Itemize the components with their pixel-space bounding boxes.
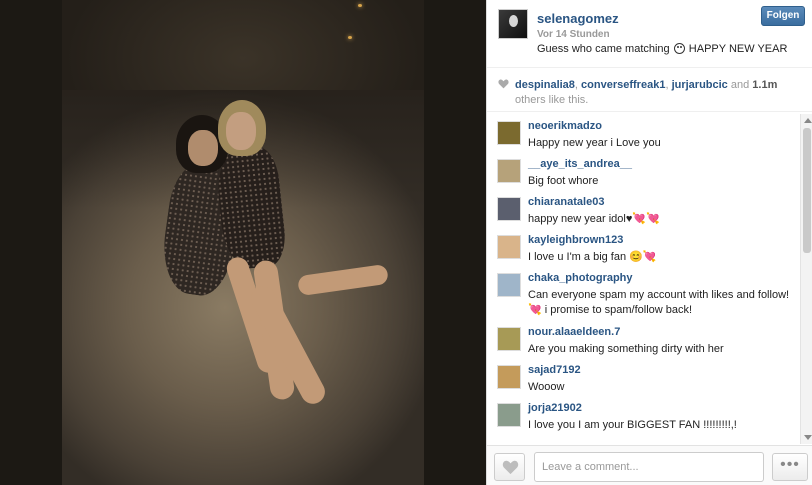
comment-username[interactable]: __aye_its_andrea__ — [528, 158, 632, 170]
caption-text-end: HAPPY NEW YEAR — [685, 43, 788, 55]
figure-face-left — [188, 130, 218, 166]
likes-count[interactable]: 1.1m — [752, 79, 777, 91]
list-item: nour.alaaeldeen.7 Are you making somethi… — [487, 323, 803, 361]
likes-text: despinalia8, converseffreak1, jurjarubci… — [515, 78, 800, 108]
post-header: selenagomez Vor 14 Stunden Guess who cam… — [487, 0, 812, 68]
heart-icon — [498, 79, 509, 89]
comment-text: Are you making something dirty with her — [528, 343, 724, 355]
comment-username[interactable]: kayleighbrown123 — [528, 234, 623, 246]
photo-area — [0, 0, 486, 485]
comments-scrollbar[interactable] — [800, 114, 812, 444]
comment-text: I love you I am your BIGGEST FAN !!!!!!!… — [528, 419, 737, 431]
comment-text: Wooow — [528, 381, 565, 393]
like-user-link[interactable]: despinalia8 — [515, 79, 575, 91]
comment-text: happy new year idol♥💘💘 — [528, 213, 660, 225]
comments-list[interactable]: neoerikmadzo Happy new year i Love you _… — [487, 117, 803, 442]
list-item: __aye_its_andrea__ Big foot whore — [487, 155, 803, 193]
list-item: neoerikmadzo Happy new year i Love you — [487, 117, 803, 155]
list-item: kayleighbrown123 I love u I'm a big fan … — [487, 231, 803, 269]
comment-avatar[interactable] — [497, 273, 521, 297]
comment-avatar[interactable] — [497, 403, 521, 427]
comment-avatar[interactable] — [497, 235, 521, 259]
comment-text: I love u I'm a big fan 😊💘 — [528, 251, 657, 263]
comment-username[interactable]: jorja21902 — [528, 402, 582, 414]
comment-username[interactable]: neoerikmadzo — [528, 120, 602, 132]
post-caption: Guess who came matching HAPPY NEW YEAR — [537, 43, 787, 55]
heart-icon — [502, 460, 519, 475]
comment-avatar[interactable] — [497, 327, 521, 351]
list-item: sajad7192 Wooow — [487, 361, 803, 399]
likes-row: despinalia8, converseffreak1, jurjarubci… — [487, 72, 812, 112]
follow-button[interactable]: Folgen — [761, 6, 805, 26]
like-user-link[interactable]: jurjarubcic — [672, 79, 728, 91]
light-dot — [358, 4, 362, 7]
avatar[interactable] — [498, 9, 528, 39]
light-dot — [348, 36, 352, 39]
comment-text: Can everyone spam my account with likes … — [528, 289, 790, 316]
smiley-icon — [673, 43, 685, 54]
likes-and: and — [727, 79, 753, 91]
like-button[interactable] — [494, 453, 525, 481]
comment-text: Happy new year i Love you — [528, 137, 661, 149]
comment-username[interactable]: sajad7192 — [528, 364, 581, 376]
post-panel: selenagomez Vor 14 Stunden Guess who cam… — [486, 0, 812, 485]
scroll-up-arrow-icon[interactable] — [804, 118, 812, 123]
caption-text-start: Guess who came matching — [537, 43, 673, 55]
figure-face-right — [226, 112, 256, 150]
comment-input[interactable] — [534, 452, 764, 482]
comment-avatar[interactable] — [497, 159, 521, 183]
comment-footer: ••• — [487, 445, 812, 485]
comment-avatar[interactable] — [497, 365, 521, 389]
comment-avatar[interactable] — [497, 197, 521, 221]
comment-username[interactable]: chiaranatale03 — [528, 196, 604, 208]
list-item: chiaranatale03 happy new year idol♥💘💘 — [487, 193, 803, 231]
comment-username[interactable]: chaka_photography — [528, 272, 633, 284]
post-username[interactable]: selenagomez — [537, 11, 619, 26]
comment-text: Big foot whore — [528, 175, 599, 187]
comment-username[interactable]: nour.alaaeldeen.7 — [528, 326, 620, 338]
likes-suffix: others like this. — [515, 94, 589, 106]
like-user-link[interactable]: converseffreak1 — [581, 79, 665, 91]
post-photo[interactable] — [62, 0, 424, 485]
more-options-button[interactable]: ••• — [772, 453, 808, 481]
list-item: chaka_photography Can everyone spam my a… — [487, 269, 803, 323]
scroll-down-arrow-icon[interactable] — [804, 435, 812, 440]
comment-avatar[interactable] — [497, 121, 521, 145]
scroll-thumb[interactable] — [803, 128, 811, 253]
list-item: jorja21902 I love you I am your BIGGEST … — [487, 399, 803, 437]
post-timestamp[interactable]: Vor 14 Stunden — [537, 29, 610, 40]
